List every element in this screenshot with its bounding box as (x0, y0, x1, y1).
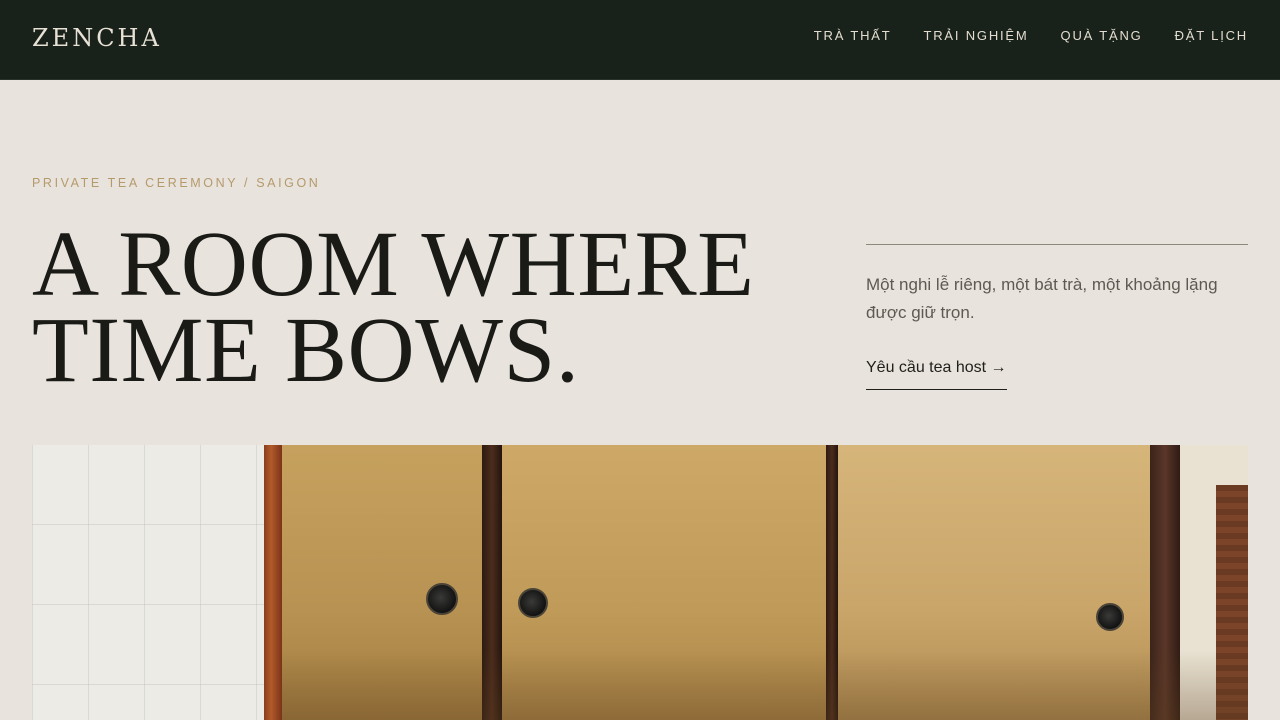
request-tea-host-link[interactable]: Yêu cầu tea host → (866, 359, 1007, 390)
hero-headline-line-2: TIME BOWS. (32, 299, 580, 402)
nav-item-gifts[interactable]: QUÀ TẶNG (1061, 28, 1143, 43)
main-nav: TRÀ THẤT TRẢI NGHIỆM QUÀ TẶNG ĐẶT LỊCH (814, 28, 1248, 43)
brand-logo[interactable]: ZENCHA (32, 24, 162, 52)
site-header: ZENCHA TRÀ THẤT TRẢI NGHIỆM QUÀ TẶNG ĐẶT… (0, 0, 1280, 80)
hero-image (32, 445, 1248, 720)
nav-item-experience[interactable]: TRẢI NGHIỆM (924, 28, 1029, 43)
hero-headline: A ROOM WHERE TIME BOWS. (32, 213, 832, 402)
hero-side-panel: Một nghi lễ riêng, một bát trà, một khoả… (866, 244, 1248, 390)
nav-item-booking[interactable]: ĐẶT LỊCH (1175, 28, 1248, 43)
nav-item-tea-room[interactable]: TRÀ THẤT (814, 28, 892, 43)
hero-description: Một nghi lễ riêng, một bát trà, một khoả… (866, 275, 1218, 322)
hero-eyebrow: PRIVATE TEA CEREMONY / SAIGON (32, 176, 321, 190)
shoji-window (32, 445, 268, 720)
floor-shadow (282, 650, 1248, 720)
door-handle (1096, 603, 1124, 631)
hero-headline-line-1: A ROOM WHERE (32, 213, 755, 316)
door-frame (264, 445, 282, 720)
door-handle (426, 583, 458, 615)
door-handle (518, 588, 548, 618)
